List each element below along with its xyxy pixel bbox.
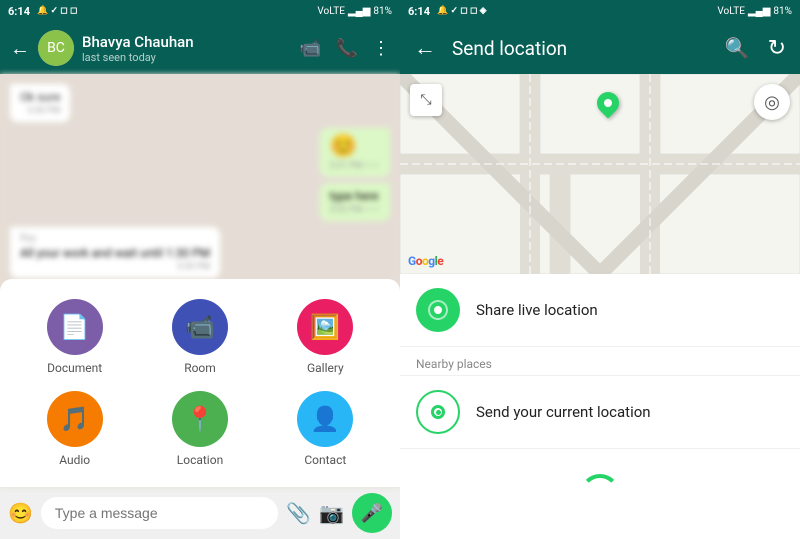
msg-text: type here: [330, 189, 380, 203]
time-right: 6:14: [408, 5, 430, 18]
attach-grid: 📄 Document 📹 Room 🖼️ Gallery 🎵 Audio 📍 L…: [20, 299, 380, 467]
mic-icon: 🎤: [361, 503, 383, 524]
message-bubble-in-2: Ray All your work and wait until 1:30 PM…: [10, 227, 220, 278]
share-live-location-option[interactable]: Share live location: [400, 274, 800, 347]
send-location-title: Send location: [452, 37, 709, 60]
right-panel: 6:14 🔔 ✓ ◻ ◻ ◈ VoLTE ▂▄▆ 81% ← Send loca…: [400, 0, 800, 539]
audio-icon: 🎵: [47, 391, 103, 447]
right-status-right: VoLTE ▂▄▆ 81%: [717, 6, 792, 17]
attach-contact[interactable]: 👤 Contact: [271, 391, 380, 467]
signal-icon: ▂▄▆: [348, 6, 370, 17]
msg-time: 3:30 PM: [20, 106, 60, 116]
refresh-icon[interactable]: ↻: [768, 36, 786, 61]
video-call-icon[interactable]: 📹: [299, 38, 321, 59]
gallery-label: Gallery: [307, 361, 344, 375]
back-icon-right[interactable]: ←: [414, 35, 436, 61]
call-icon[interactable]: 📞: [336, 38, 358, 59]
message-input[interactable]: [41, 497, 278, 529]
live-location-title: Share live location: [476, 301, 784, 319]
g-red2: e: [437, 254, 443, 268]
msg-time: 3:32 PM ✓✓: [330, 205, 380, 215]
paperclip-icon[interactable]: 📎: [286, 501, 311, 525]
location-icon: 📍: [172, 391, 228, 447]
map-expand-button[interactable]: ⤡: [410, 84, 442, 116]
message-bubble-out-1: 😊 3:31 PM ✓✓: [320, 128, 390, 177]
contact-name: Bhavya Chauhan: [82, 33, 291, 51]
current-location-dot: [436, 410, 441, 415]
document-label: Document: [47, 361, 102, 375]
nearby-places-label: Nearby places: [400, 347, 800, 376]
current-location-ring: [431, 405, 445, 419]
g-blue: G: [408, 254, 416, 268]
attach-gallery[interactable]: 🖼️ Gallery: [271, 299, 380, 375]
attachment-menu: 📄 Document 📹 Room 🖼️ Gallery 🎵 Audio 📍 L…: [0, 279, 400, 487]
map-locate-button[interactable]: ◎: [754, 84, 790, 120]
signal-icon-right: ▂▄▆: [748, 6, 770, 17]
header-icons-left: 📹 📞 ⋮: [299, 38, 390, 59]
msg-text: All your work and wait until 1:30 PM: [20, 246, 210, 260]
mic-button[interactable]: 🎤: [352, 493, 392, 533]
current-location-text: Send your current location: [476, 403, 784, 421]
avatar-initials: BC: [38, 30, 74, 66]
live-location-icon: [416, 288, 460, 332]
audio-label: Audio: [59, 453, 90, 467]
chat-header: ← BC Bhavya Chauhan last seen today 📹 📞 …: [0, 22, 400, 74]
send-current-location-option[interactable]: Send your current location: [400, 376, 800, 449]
emoji-button[interactable]: 😊: [8, 501, 33, 525]
live-icon-svg: [426, 298, 450, 322]
sender-name: Ray: [20, 233, 210, 244]
contact-label: Contact: [304, 453, 346, 467]
contact-icon: 👤: [297, 391, 353, 447]
attach-audio[interactable]: 🎵 Audio: [20, 391, 129, 467]
notif-icons: 🔔 ✓ ◻ ◻: [37, 6, 77, 16]
left-panel: 6:14 🔔 ✓ ◻ ◻ VoLTE ▂▄▆ 81% ← BC Bhavya C…: [0, 0, 400, 539]
time-left: 6:14: [8, 5, 30, 18]
attach-room[interactable]: 📹 Room: [145, 299, 254, 375]
camera-icon[interactable]: 📷: [319, 501, 344, 525]
contact-avatar: BC: [38, 30, 74, 66]
live-location-text: Share live location: [476, 301, 784, 319]
map-area: ⤡ ◎ Google: [400, 74, 800, 274]
network-left: VoLTE: [317, 6, 345, 17]
right-status-time: 6:14 🔔 ✓ ◻ ◻ ◈: [408, 5, 487, 18]
document-icon: 📄: [47, 299, 103, 355]
attach-document[interactable]: 📄 Document: [20, 299, 129, 375]
battery-right: 81%: [773, 6, 792, 17]
contact-info: Bhavya Chauhan last seen today: [82, 33, 291, 64]
loading-spinner: [580, 474, 620, 514]
locate-icon: ◎: [764, 92, 780, 113]
right-notif-icons: 🔔 ✓ ◻ ◻ ◈: [437, 6, 487, 16]
current-location-title: Send your current location: [476, 403, 784, 421]
chat-input-bar: 😊 📎 📷 🎤: [0, 487, 400, 539]
loading-area: [400, 449, 800, 539]
pin-center: [604, 99, 612, 107]
google-logo: Google: [408, 254, 443, 268]
back-icon-left[interactable]: ←: [10, 36, 30, 61]
room-icon: 📹: [172, 299, 228, 355]
network-right: VoLTE: [717, 6, 745, 17]
room-label: Room: [184, 361, 216, 375]
msg-time: 3:31 PM ✓✓: [330, 161, 380, 171]
message-bubble-out-2: type here 3:32 PM ✓✓: [320, 183, 390, 221]
contact-status: last seen today: [82, 51, 291, 64]
battery-left: 81%: [373, 6, 392, 17]
header-action-icons: 🔍 ↻: [725, 36, 786, 61]
left-status-time: 6:14 🔔 ✓ ◻ ◻: [8, 5, 77, 18]
msg-emoji: 😊: [330, 134, 380, 159]
expand-icon: ⤡: [420, 92, 431, 108]
attach-location[interactable]: 📍 Location: [145, 391, 254, 467]
left-status-right: VoLTE ▂▄▆ 81%: [317, 6, 392, 17]
map-pin: [597, 92, 619, 114]
more-icon[interactable]: ⋮: [372, 38, 390, 59]
msg-time: 3:35 PM: [20, 262, 210, 272]
right-status-bar: 6:14 🔔 ✓ ◻ ◻ ◈ VoLTE ▂▄▆ 81%: [400, 0, 800, 22]
send-location-header: ← Send location 🔍 ↻: [400, 22, 800, 74]
gallery-icon: 🖼️: [297, 299, 353, 355]
msg-text: Ok sure: [20, 90, 60, 104]
message-bubble-in-1: Ok sure 3:30 PM: [10, 84, 70, 122]
search-icon[interactable]: 🔍: [725, 36, 750, 61]
current-location-icon: [416, 390, 460, 434]
location-label: Location: [177, 453, 223, 467]
left-status-bar: 6:14 🔔 ✓ ◻ ◻ VoLTE ▂▄▆ 81%: [0, 0, 400, 22]
